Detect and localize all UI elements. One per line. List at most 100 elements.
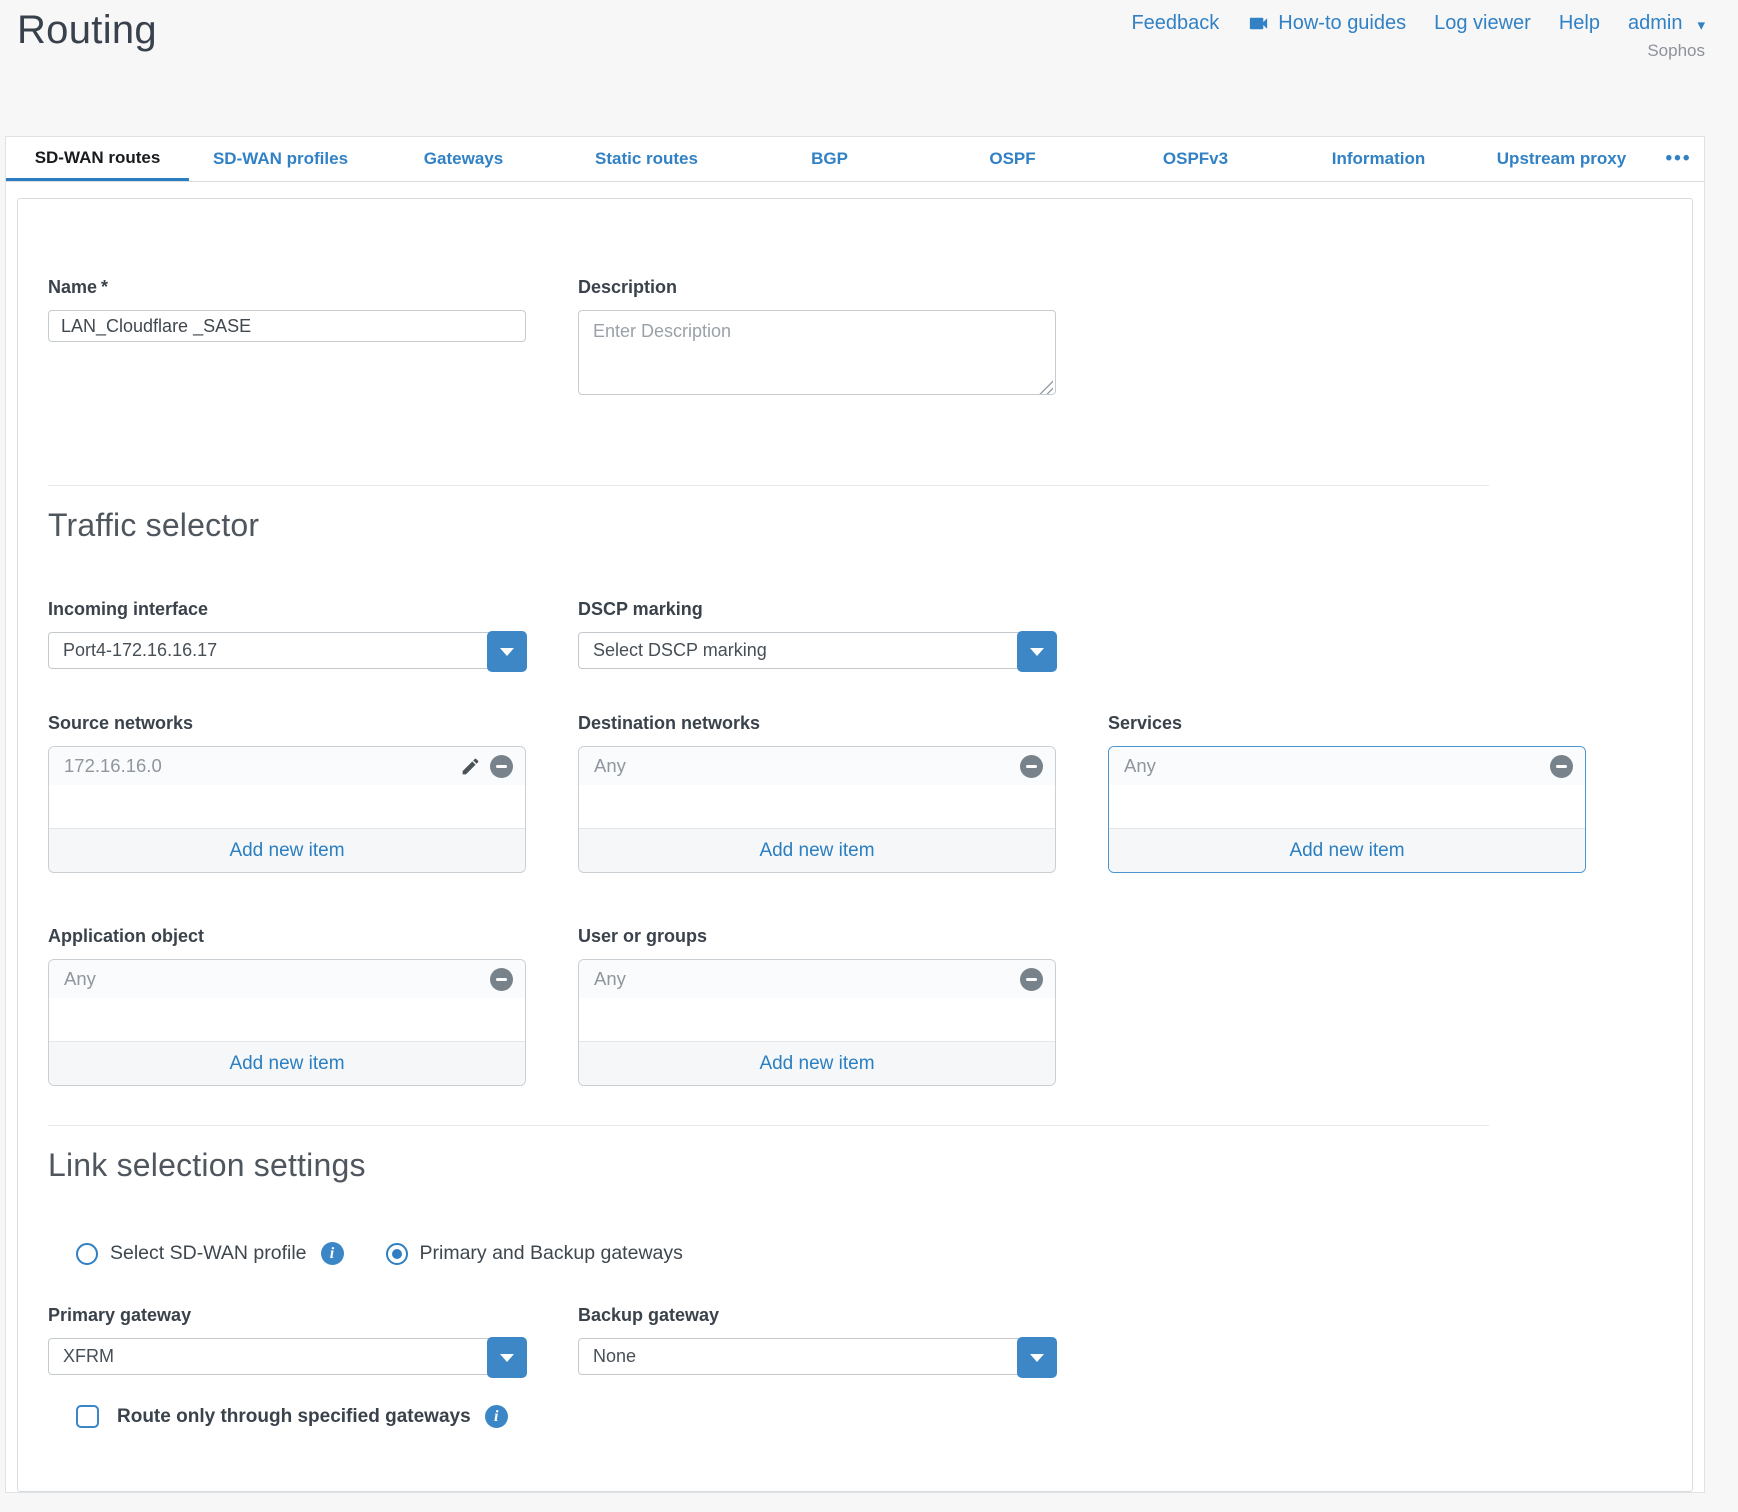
top-header: Routing Feedback How-to guides Log viewe… — [0, 0, 1738, 136]
list-item: Any — [1109, 747, 1585, 785]
source-networks-label: Source networks — [48, 713, 526, 734]
add-new-item-button[interactable]: Add new item — [579, 828, 1055, 872]
route-editor-card: Name* Description Traffic selector Incom… — [17, 198, 1693, 1492]
radio-primary-backup-label: Primary and Backup gateways — [420, 1242, 683, 1265]
how-to-guides-link[interactable]: How-to guides — [1247, 12, 1406, 35]
application-object-label: Application object — [48, 926, 526, 947]
link-selection-radio-group: Select SD-WAN profile i Primary and Back… — [48, 1242, 1662, 1265]
list-item-actions — [1020, 968, 1043, 991]
backup-gateway-label: Backup gateway — [578, 1305, 1056, 1326]
user-or-groups-label: User or groups — [578, 926, 1056, 947]
route-only-row: Route only through specified gateways i — [48, 1405, 1662, 1428]
dropdown-arrow-icon[interactable] — [1017, 631, 1057, 672]
minus-bar — [1026, 978, 1037, 981]
list-item-actions — [490, 968, 513, 991]
tab-gateways[interactable]: Gateways — [372, 137, 555, 181]
minus-bar — [1556, 765, 1567, 768]
how-to-guides-label: How-to guides — [1278, 12, 1406, 35]
list-item-text: Any — [594, 755, 626, 777]
source-networks-listbox: 172.16.16.0 Add new item — [48, 746, 526, 873]
remove-icon[interactable] — [1550, 755, 1573, 778]
add-new-item-label: Add new item — [229, 1053, 344, 1075]
dscp-marking-select[interactable]: Select DSCP marking — [578, 632, 1056, 669]
route-only-label: Route only through specified gateways — [117, 1406, 471, 1428]
dscp-marking-value: Select DSCP marking — [593, 640, 767, 661]
log-viewer-link[interactable]: Log viewer — [1434, 12, 1531, 35]
description-input[interactable] — [578, 310, 1056, 395]
minus-bar — [496, 765, 507, 768]
dropdown-arrow-icon[interactable] — [487, 1337, 527, 1378]
add-new-item-button[interactable]: Add new item — [49, 828, 525, 872]
required-mark: * — [101, 277, 108, 297]
add-new-item-label: Add new item — [229, 840, 344, 862]
primary-gateway-value: XFRM — [63, 1346, 114, 1367]
primary-gateway-label: Primary gateway — [48, 1305, 526, 1326]
radio-select-sdwan-profile[interactable]: Select SD-WAN profile — [76, 1242, 307, 1265]
remove-icon[interactable] — [1020, 968, 1043, 991]
minus-bar — [496, 978, 507, 981]
remove-icon[interactable] — [1020, 755, 1043, 778]
info-icon[interactable]: i — [321, 1242, 344, 1265]
destination-networks-label: Destination networks — [578, 713, 1056, 734]
incoming-interface-label: Incoming interface — [48, 599, 526, 620]
tab-bgp[interactable]: BGP — [738, 137, 921, 181]
info-icon[interactable]: i — [485, 1405, 508, 1428]
backup-gateway-select[interactable]: None — [578, 1338, 1056, 1375]
admin-menu[interactable]: admin ▾ — [1628, 12, 1705, 35]
services-listbox: Any Add new item — [1108, 746, 1586, 873]
remove-icon[interactable] — [490, 755, 513, 778]
list-item: Any — [49, 960, 525, 998]
tab-sdwan-routes[interactable]: SD-WAN routes — [6, 137, 189, 181]
list-item-actions — [460, 755, 513, 778]
radio-primary-backup-gateways[interactable]: Primary and Backup gateways — [386, 1242, 683, 1265]
radio-icon[interactable] — [76, 1243, 98, 1265]
name-input[interactable] — [48, 310, 526, 342]
list-empty-area — [49, 785, 525, 828]
tab-ospf[interactable]: OSPF — [921, 137, 1104, 181]
feedback-link[interactable]: Feedback — [1131, 12, 1219, 35]
dropdown-arrow-icon[interactable] — [487, 631, 527, 672]
add-new-item-label: Add new item — [1289, 840, 1404, 862]
list-item-text: Any — [1124, 755, 1156, 777]
list-item: Any — [579, 747, 1055, 785]
add-new-item-button[interactable]: Add new item — [579, 1041, 1055, 1085]
backup-gateway-value: None — [593, 1346, 636, 1367]
list-empty-area — [579, 785, 1055, 828]
list-item-actions — [1550, 755, 1573, 778]
list-empty-area — [49, 998, 525, 1041]
list-item-text: Any — [594, 968, 626, 990]
dropdown-arrow-icon[interactable] — [1017, 1337, 1057, 1378]
admin-menu-wrap: admin ▾ Sophos — [1628, 12, 1705, 61]
edit-icon[interactable] — [460, 756, 481, 777]
list-item-text: Any — [64, 968, 96, 990]
tab-upstream-proxy[interactable]: Upstream proxy — [1470, 137, 1653, 181]
list-item-actions — [1020, 755, 1043, 778]
add-new-item-button[interactable]: Add new item — [1109, 828, 1585, 872]
tab-sdwan-profiles[interactable]: SD-WAN profiles — [189, 137, 372, 181]
log-viewer-label: Log viewer — [1434, 12, 1531, 35]
main-panel: SD-WAN routes SD-WAN profiles Gateways S… — [5, 136, 1705, 1493]
radio-icon-checked[interactable] — [386, 1243, 408, 1265]
traffic-selector-heading: Traffic selector — [48, 504, 1662, 546]
add-new-item-button[interactable]: Add new item — [49, 1041, 525, 1085]
incoming-interface-select[interactable]: Port4-172.16.16.17 — [48, 632, 526, 669]
tab-ospfv3[interactable]: OSPFv3 — [1104, 137, 1287, 181]
name-label-text: Name — [48, 277, 97, 297]
radio-select-sdwan-profile-label: Select SD-WAN profile — [110, 1242, 307, 1265]
caret-shape — [500, 1354, 514, 1362]
caret-down-icon: ▾ — [1697, 18, 1705, 33]
tab-static-routes[interactable]: Static routes — [555, 137, 738, 181]
caret-shape — [1030, 648, 1044, 656]
help-label: Help — [1559, 12, 1600, 35]
brand-name: Sophos — [1647, 41, 1705, 61]
primary-gateway-select[interactable]: XFRM — [48, 1338, 526, 1375]
list-item: 172.16.16.0 — [49, 747, 525, 785]
remove-icon[interactable] — [490, 968, 513, 991]
header-links: Feedback How-to guides Log viewer Help a… — [1131, 12, 1705, 61]
help-link[interactable]: Help — [1559, 12, 1600, 35]
description-label: Description — [578, 277, 1056, 298]
tab-information[interactable]: Information — [1287, 137, 1470, 181]
destination-networks-listbox: Any Add new item — [578, 746, 1056, 873]
tabs-overflow-button[interactable]: ••• — [1653, 137, 1704, 181]
route-only-checkbox[interactable] — [76, 1405, 99, 1428]
